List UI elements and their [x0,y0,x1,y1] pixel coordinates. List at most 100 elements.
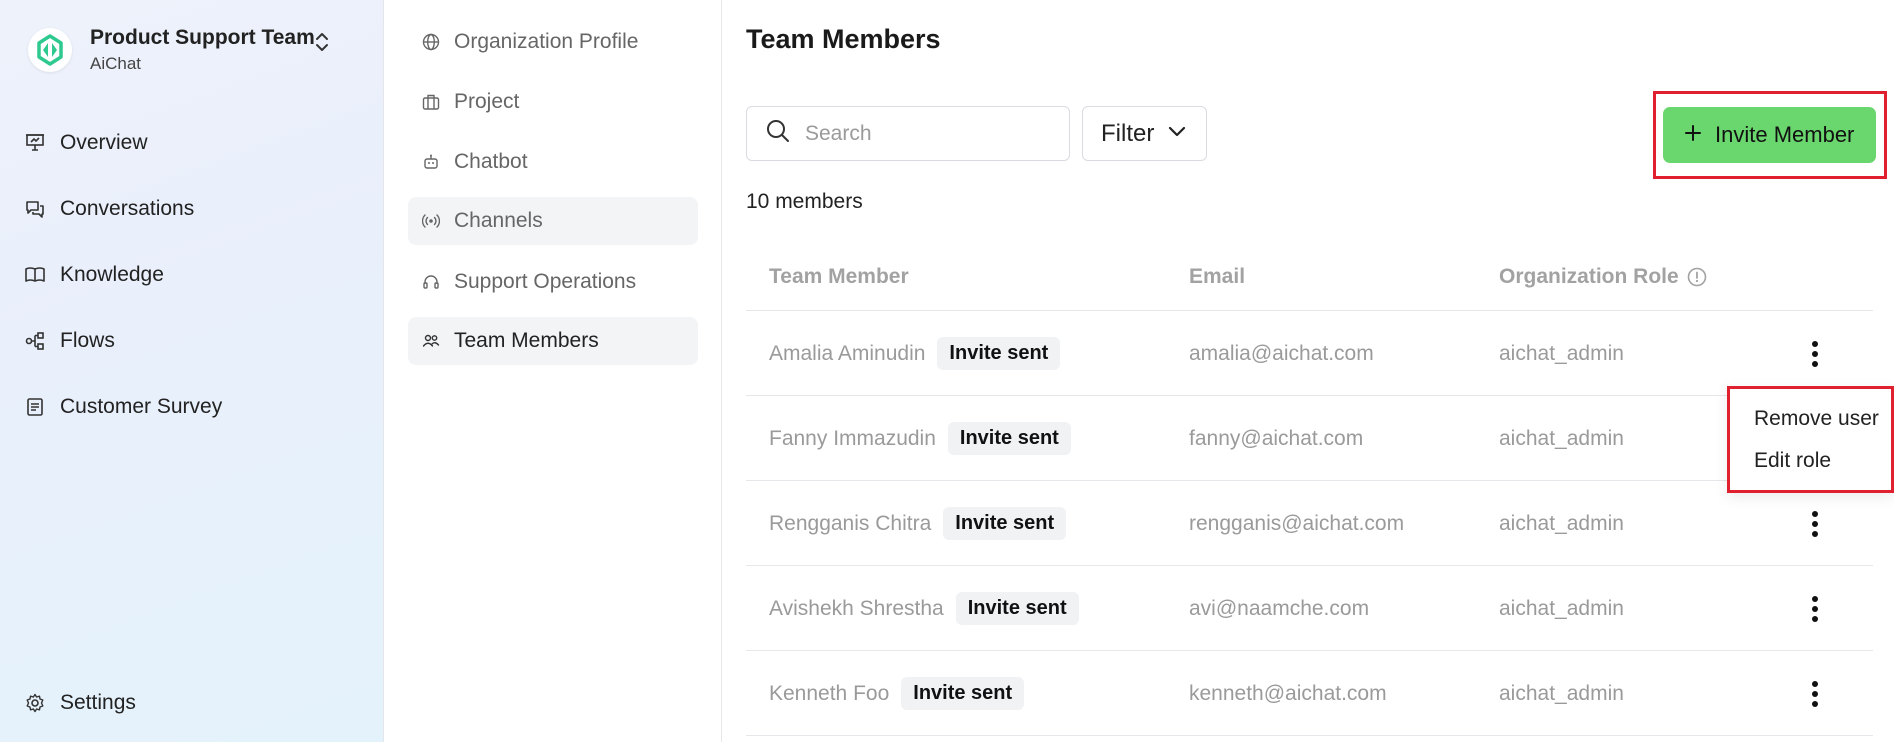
organization-role-header-label: Organization Role [1499,265,1679,288]
subnav-item-organization-profile[interactable]: Organization Profile [408,18,698,66]
subnav-item-support-operations[interactable]: Support Operations [408,258,698,306]
headset-icon [422,273,440,291]
subnav-item-chatbot[interactable]: Chatbot [408,138,698,186]
broadcast-icon [422,212,440,230]
member-name: Fanny Immazudin [769,426,936,450]
subnav-label: Support Operations [454,270,637,293]
member-email: avi@naamche.com [1189,596,1370,620]
main-nav: Overview Conversations Knowledge Flows C… [0,110,384,440]
row-actions-button[interactable] [1800,566,1830,651]
team-org: AiChat [90,54,142,73]
filter-dropdown[interactable]: Filter [1082,106,1207,161]
column-header-organization-role: Organization Role [1499,265,1707,289]
status-badge: Invite sent [943,507,1067,540]
nav-label: Settings [60,691,136,714]
status-badge: Invite sent [955,592,1079,625]
survey-icon [24,396,46,418]
nav-label: Conversations [60,197,195,220]
status-badge: Invite sent [937,337,1061,370]
member-email: amalia@aichat.com [1189,341,1374,365]
members-count: 10 members [746,190,863,213]
member-name: Amalia Aminudin [769,341,926,365]
member-name: Rengganis Chitra [769,511,932,535]
invite-member-highlight: Invite Member [1653,91,1887,179]
subnav-item-team-members[interactable]: Team Members [408,317,698,365]
flow-icon [24,330,46,352]
table-row: Fanny Immazudin Invite sent fanny@aichat… [746,396,1873,481]
members-table: Team Member Email Organization Role Amal… [746,245,1873,736]
nav-item-knowledge[interactable]: Knowledge [0,242,384,308]
briefcase-icon [422,93,440,111]
settings-nav: Settings [0,670,384,736]
member-cell: Kenneth Foo Invite sent [769,651,1025,736]
table-header: Team Member Email Organization Role [746,245,1873,311]
member-role: aichat_admin [1499,341,1624,365]
invite-member-label: Invite Member [1715,122,1855,147]
nav-label: Customer Survey [60,395,223,418]
member-role: aichat_admin [1499,511,1624,535]
settings-subnav: Organization Profile Project Chatbot Cha… [385,0,722,742]
nav-item-flows[interactable]: Flows [0,308,384,374]
column-header-team-member: Team Member [769,265,909,288]
nav-item-settings[interactable]: Settings [0,670,384,736]
chevron-up-down-icon [314,30,330,59]
nav-label: Overview [60,131,148,154]
kebab-menu-icon [1812,680,1818,707]
table-row: Rengganis Chitra Invite sent rengganis@a… [746,481,1873,566]
nav-item-overview[interactable]: Overview [0,110,384,176]
aichat-logo-icon [28,28,72,72]
member-cell: Rengganis Chitra Invite sent [769,481,1067,566]
member-email: fanny@aichat.com [1189,426,1364,450]
gear-icon [24,692,46,714]
subnav-item-channels[interactable]: Channels [408,197,698,245]
status-badge: Invite sent [947,422,1071,455]
book-icon [24,264,46,286]
table-row: Kenneth Foo Invite sent kenneth@aichat.c… [746,651,1873,736]
column-header-email: Email [1189,265,1246,288]
member-email: kenneth@aichat.com [1189,681,1387,705]
row-actions-button[interactable] [1800,481,1830,566]
subnav-label: Team Members [454,329,599,352]
subnav-item-project[interactable]: Project [408,78,698,126]
subnav-label: Chatbot [454,150,528,173]
search-icon [765,118,791,149]
kebab-menu-icon [1812,595,1818,622]
member-name: Kenneth Foo [769,681,890,705]
subnav-label: Project [454,90,520,113]
nav-item-conversations[interactable]: Conversations [0,176,384,242]
page-title: Team Members [746,24,941,54]
remove-user-menu-item[interactable]: Remove user [1754,407,1879,431]
robot-icon [422,153,440,171]
row-actions-button[interactable] [1800,651,1830,736]
chat-bubbles-icon [24,198,46,220]
member-role: aichat_admin [1499,596,1624,620]
team-name: Product Support Team [90,26,315,49]
member-cell: Avishekh Shrestha Invite sent [769,566,1079,651]
plus-icon [1685,124,1701,146]
member-name: Avishekh Shrestha [769,596,944,620]
search-input[interactable] [805,121,1055,146]
nav-label: Knowledge [60,263,164,286]
main-content: Team Members Filter Invite Member 10 mem… [723,0,1894,742]
presentation-icon [24,132,46,154]
member-cell: Amalia Aminudin Invite sent [769,311,1061,396]
info-icon[interactable] [1687,267,1707,287]
row-actions-menu: Remove user Edit role [1727,386,1894,493]
table-row: Amalia Aminudin Invite sent amalia@aicha… [746,311,1873,396]
sidebar: Product Support Team AiChat Overview Con… [0,0,384,742]
member-role: aichat_admin [1499,426,1624,450]
invite-member-button[interactable]: Invite Member [1663,107,1876,163]
subnav-label: Organization Profile [454,30,639,53]
edit-role-menu-item[interactable]: Edit role [1754,449,1831,473]
team-switcher[interactable]: Product Support Team AiChat [28,20,348,80]
nav-item-customer-survey[interactable]: Customer Survey [0,374,384,440]
subnav-label: Channels [454,209,543,232]
search-box[interactable] [746,106,1070,161]
status-badge: Invite sent [901,677,1025,710]
chevron-down-icon [1168,125,1186,143]
table-row: Avishekh Shrestha Invite sent avi@naamch… [746,566,1873,651]
row-actions-button[interactable] [1800,311,1830,396]
member-role: aichat_admin [1499,681,1624,705]
nav-label: Flows [60,329,115,352]
member-cell: Fanny Immazudin Invite sent [769,396,1071,481]
